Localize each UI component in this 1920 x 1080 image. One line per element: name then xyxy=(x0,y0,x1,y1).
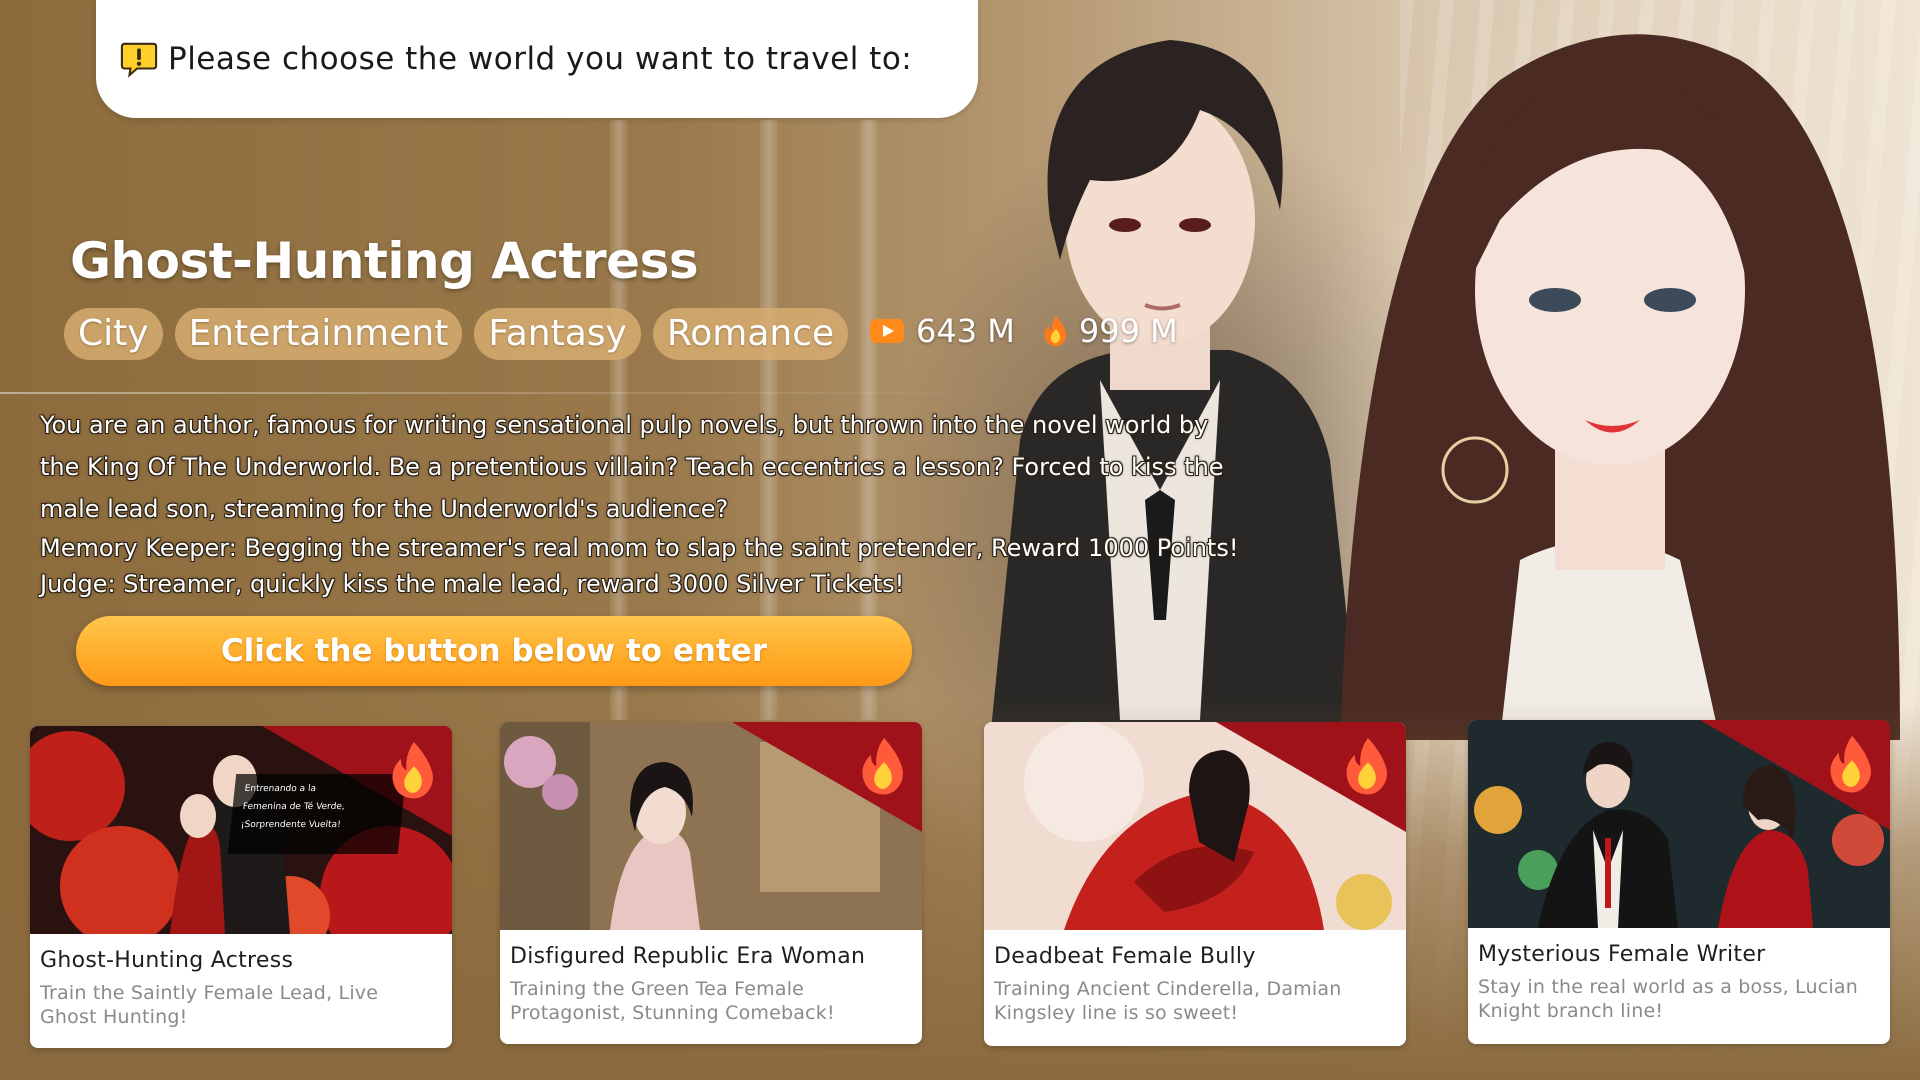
fire-icon xyxy=(392,741,433,799)
female-lead-illustration xyxy=(1340,34,1900,740)
prompt-banner: Please choose the world you want to trav… xyxy=(96,0,978,118)
tag-city: City xyxy=(64,308,163,360)
tag-romance: Romance xyxy=(652,308,849,360)
genre-tags: City Entertainment Fantasy Romance xyxy=(64,308,849,360)
play-video-icon xyxy=(870,319,904,343)
card-subtitle-line: Stay in the real world as a boss, Lucian xyxy=(1478,976,1858,998)
card-subtitle-line: Knight branch line! xyxy=(1478,1000,1664,1022)
card-subtitle-line: Ghost Hunting! xyxy=(40,1006,188,1028)
card-caption-box: Entrenando a la Femenina de Té Verde, ¡S… xyxy=(227,774,407,854)
card-title: Ghost-Hunting Actress xyxy=(40,948,294,973)
card-subtitle-line: Training the Green Tea Female xyxy=(510,978,805,1000)
card-subtitle-line: Training Ancient Cinderella, Damian xyxy=(994,978,1342,1000)
card-thumbnail xyxy=(500,722,922,930)
world-title: Ghost-Hunting Actress xyxy=(70,232,699,290)
heat-count: 999 M xyxy=(1078,312,1178,350)
divider xyxy=(0,392,1000,394)
card-thumbnail xyxy=(984,722,1406,930)
card-info: Deadbeat Female Bully Training Ancient C… xyxy=(984,930,1406,1037)
world-card-deadbeat-female-bully[interactable]: Deadbeat Female Bully Training Ancient C… xyxy=(984,722,1406,1046)
world-stats: 643 M 999 M xyxy=(868,312,1178,350)
judge-line: Judge: Streamer, quickly kiss the male l… xyxy=(40,570,905,598)
fire-icon xyxy=(1346,737,1387,795)
enter-world-button[interactable]: Click the button below to enter xyxy=(76,616,912,686)
card-info: Ghost-Hunting Actress Train the Saintly … xyxy=(30,934,452,1041)
card-subtitle-line: Protagonist, Stunning Comeback! xyxy=(510,1002,835,1024)
world-card-disfigured-republic-era-woman[interactable]: Disfigured Republic Era Woman Training t… xyxy=(500,722,922,1044)
world-description: You are an author, famous for writing se… xyxy=(40,404,1340,602)
memory-keeper-line: Memory Keeper: Begging the streamer's re… xyxy=(40,534,1239,562)
prompt-text: Please choose the world you want to trav… xyxy=(168,41,913,77)
world-card-ghost-hunting-actress[interactable]: Entrenando a la Femenina de Té Verde, ¡S… xyxy=(30,726,452,1048)
description-line: the King Of The Underworld. Be a pretent… xyxy=(40,453,1224,481)
card-thumbnail xyxy=(1468,720,1890,928)
tag-entertainment: Entertainment xyxy=(174,308,463,360)
fire-icon xyxy=(862,737,903,795)
card-title: Mysterious Female Writer xyxy=(1478,942,1766,967)
views-count: 643 M xyxy=(916,312,1015,350)
tag-fantasy: Fantasy xyxy=(474,308,641,360)
card-info: Disfigured Republic Era Woman Training t… xyxy=(500,930,922,1037)
fire-icon xyxy=(1830,735,1871,793)
card-caption-line: Femenina de Té Verde, xyxy=(242,802,346,812)
fire-icon xyxy=(1044,316,1066,347)
card-title: Disfigured Republic Era Woman xyxy=(510,944,866,969)
world-card-mysterious-female-writer[interactable]: Mysterious Female Writer Stay in the rea… xyxy=(1468,720,1890,1044)
card-caption-line: ¡Sorprendente Vuelta! xyxy=(240,820,342,830)
card-thumbnail: Entrenando a la Femenina de Té Verde, ¡S… xyxy=(30,726,452,934)
card-title: Deadbeat Female Bully xyxy=(994,944,1256,969)
card-subtitle-line: Train the Saintly Female Lead, Live xyxy=(40,982,379,1004)
card-subtitle-line: Kingsley line is so sweet! xyxy=(994,1002,1239,1024)
description-line: male lead son, streaming for the Underwo… xyxy=(40,495,729,523)
card-info: Mysterious Female Writer Stay in the rea… xyxy=(1468,928,1890,1035)
description-line: You are an author, famous for writing se… xyxy=(40,411,1209,439)
card-caption-line: Entrenando a la xyxy=(244,784,317,794)
exclamation-speech-icon xyxy=(120,42,158,78)
